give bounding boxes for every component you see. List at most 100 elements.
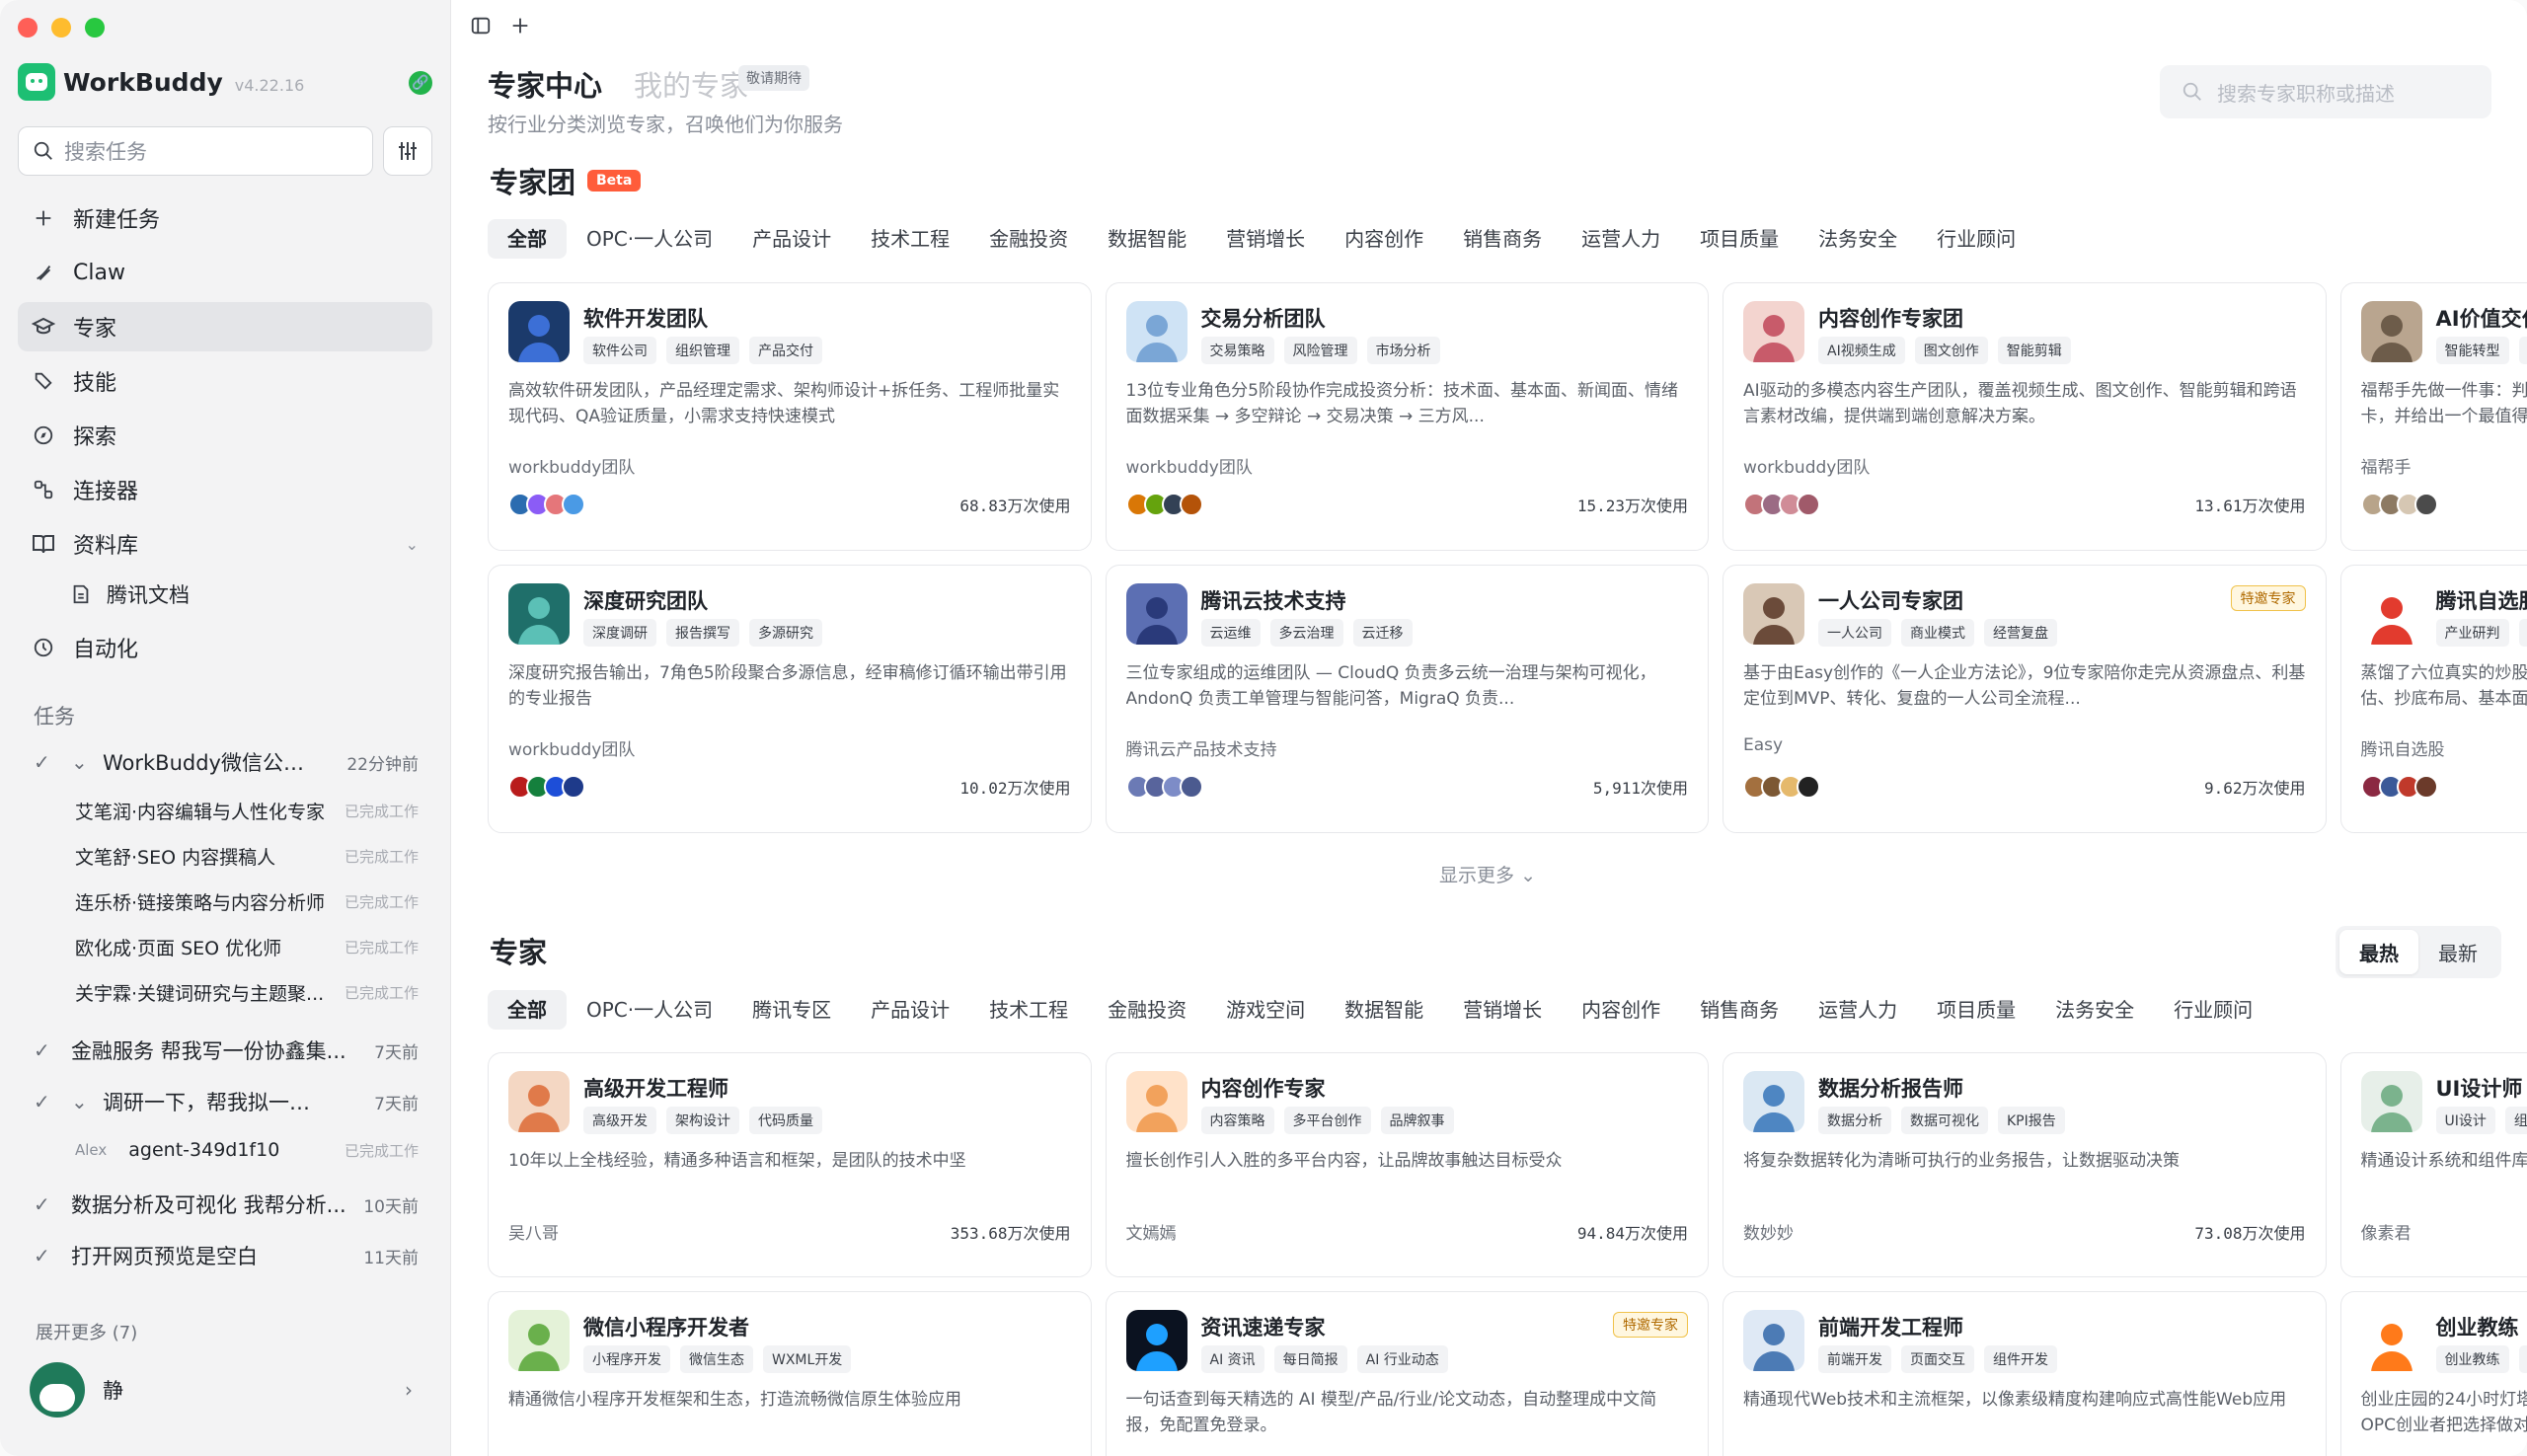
nav-tencent-docs[interactable]: 腾讯文档 [18,574,432,615]
team-card[interactable]: AI价值交付合伙人智能转型创业IP家族发展福帮手先做一件事：判断你当前最该推进的… [2339,282,2527,551]
category-tab[interactable]: 内容创作 [1562,990,1680,1030]
category-tab[interactable]: 销售商务 [1680,990,1799,1030]
task-item[interactable]: ✓ ⌄ WorkBuddy微信公众... 22分钟前 [18,736,432,788]
filter-button[interactable] [383,126,432,176]
minimize-window-button[interactable] [51,18,71,38]
chevron-down-icon[interactable]: ⌄ [406,535,419,554]
expert-card[interactable]: 内容创作专家 内容策略 多平台创作 品牌叙事 擅长创作引人入胜的多平台内容，让品牌故事触… [1105,1052,1709,1277]
link-status-icon[interactable]: 🔗 [409,71,432,95]
category-tab[interactable]: 内容创作 [1325,219,1443,259]
expert-card[interactable]: 前端开发工程师 前端开发 页面交互 组件开发 精通现代Web技术和主流框架，以像素级精度… [1723,1291,2327,1456]
category-tab[interactable]: 数据智能 [1325,990,1443,1030]
category-tab[interactable]: 腾讯专区 [732,990,851,1030]
close-window-button[interactable] [18,18,38,38]
nav-skills[interactable]: 技能 [18,356,432,406]
expert-card[interactable]: 资讯速递专家 AI 资讯 每日简报 AI 行业动态 特邀专家 一句话查到每天精选的 AI … [1105,1291,1709,1456]
category-tab[interactable]: 行业顾问 [2154,990,2272,1030]
expert-card[interactable]: 创业教练创业教练GTM策略OPC一人公司创业庄园的24小时灯塔，基于林正刚老师5… [2339,1291,2527,1456]
search-task-input[interactable]: 搜索任务 [18,126,373,176]
expert-card[interactable]: UI设计师 UI设计组件库界面规范精通设计系统和组件库，追求像素级完美，打造无障碍… [2339,1052,2527,1277]
category-tab[interactable]: 行业顾问 [1917,219,2035,259]
card-footer: 13.61万次使用 [1743,493,2306,516]
sort-new-button[interactable]: 最新 [2418,930,2497,974]
subtask-item[interactable]: 欧化成·页面 SEO 优化师 已完成工作 [18,924,432,969]
tab-my-experts[interactable]: 我的专家 敬请期待 [634,63,810,105]
category-tab[interactable]: 技术工程 [851,219,969,259]
category-tab[interactable]: 营销增长 [1443,990,1562,1030]
category-tab[interactable]: 销售商务 [1443,219,1562,259]
team-card[interactable]: 腾讯云技术支持 云运维 多云治理 云迁移 三位专家组成的运维团队 — CloudQ 负责… [1105,565,1709,833]
team-card[interactable]: 一人公司专家团 一人公司 商业模式 经营复盘 特邀专家 基于由Easy创作的《一人企业方法… [1723,565,2327,833]
nav-connectors[interactable]: 连接器 [18,465,432,514]
card-tag: 产品交付 [749,337,822,364]
nav-claw[interactable]: Claw [18,248,432,297]
team-card[interactable]: 腾讯自选股股票投研专家团产业研判估值定价资金风向蒸馏了六位真实的炒股大神的实战经… [2339,565,2527,833]
tab-expert-center[interactable]: 专家中心 [488,63,602,105]
nav-automation[interactable]: 自动化 [18,623,432,672]
subtask-item[interactable]: Alex agent-349d1f10 已完成工作 [18,1127,432,1173]
card-footer: 8.73万次使用 [2360,775,2527,799]
category-tab[interactable]: OPC·一人公司 [567,219,732,259]
expand-more-link[interactable]: 展开更多 (7) [36,1319,137,1344]
category-tab[interactable]: 项目质量 [1917,990,2035,1030]
expert-card[interactable]: 数据分析报告师 数据分析 数据可视化 KPI报告 将复杂数据转化为清晰可执行的业务报告，… [1723,1052,2327,1277]
expert-avatar [1125,1310,1187,1371]
team-card[interactable]: 交易分析团队 交易策略 风险管理 市场分析 13位专业角色分5阶段协作完成投资分析：技术… [1105,282,1709,551]
zoom-window-button[interactable] [85,18,105,38]
show-more-button[interactable]: 显示更多 ⌄ [1439,861,1536,887]
card-title: 交易分析团队 [1200,307,1326,331]
user-profile[interactable]: 静 [30,1362,123,1418]
category-tab[interactable]: 产品设计 [732,219,851,259]
category-tab[interactable]: 数据智能 [1088,219,1206,259]
subtask-item[interactable]: 关宇霖·关键词研究与主题聚... 已完成工作 [18,969,432,1015]
card-tag: 交易策略 [1200,337,1274,364]
nav-explore[interactable]: 探索 [18,411,432,460]
category-tab[interactable]: 游戏空间 [1206,990,1325,1030]
category-tab[interactable]: 金融投资 [969,219,1088,259]
team-avatar [508,301,570,362]
category-tab[interactable]: 产品设计 [851,990,969,1030]
card-title: 内容创作专家 [1200,1077,1326,1101]
category-tab[interactable]: 金融投资 [1088,990,1206,1030]
nav-label: 专家 [73,317,117,342]
card-title: 前端开发工程师 [1818,1316,1963,1340]
chevron-down-icon[interactable]: ⌄ [71,1090,93,1113]
category-tab[interactable]: 运营人力 [1562,219,1680,259]
card-tag: 代码质量 [749,1107,822,1134]
subtask-title: 连乐桥·链接策略与内容分析师 [75,891,326,914]
card-tags: 深度调研 报告撰写 多源研究 [583,619,822,647]
task-item[interactable]: ✓ 打开网页预览是空白 11天前 [18,1230,432,1281]
card-description: 高效软件研发团队，产品经理定需求、架构师设计+拆任务、工程师批量实现代码、QA验… [508,381,1060,426]
toggle-sidebar-icon[interactable] [470,14,492,43]
team-card[interactable]: 软件开发团队 软件公司 组织管理 产品交付 高效软件研发团队，产品经理定需求、架构师设计… [488,282,1092,551]
sort-hot-button[interactable]: 最热 [2339,930,2418,974]
search-expert-input[interactable]: 搜索专家职称或描述 [2160,65,2491,118]
category-tab[interactable]: 营销增长 [1206,219,1325,259]
subtask-item[interactable]: 连乐桥·链接策略与内容分析师 已完成工作 [18,879,432,924]
expert-card[interactable]: 高级开发工程师 高级开发 架构设计 代码质量 10年以上全栈经验，精通多种语言和框架，是… [488,1052,1092,1277]
expert-card[interactable]: 微信小程序开发者 小程序开发 微信生态 WXML开发 精通微信小程序开发框架和生态，打造… [488,1291,1092,1456]
nav-experts[interactable]: 专家 [18,302,432,351]
task-item[interactable]: ✓ ⌄ 调研一下，帮我拟一份国... 7天前 [18,1076,432,1127]
nav-new-task[interactable]: 新建任务 [18,193,432,243]
category-tab[interactable]: 法务安全 [2035,990,2154,1030]
task-list: ✓ ⌄ WorkBuddy微信公众... 22分钟前 艾笔润·内容编辑与人性化专… [18,736,432,1281]
nav-library[interactable]: 资料库 ⌄ [18,519,432,569]
subtask-item[interactable]: 文笔舒·SEO 内容撰稿人 已完成工作 [18,833,432,879]
team-card[interactable]: 内容创作专家团 AI视频生成 图文创作 智能剪辑 AI驱动的多模态内容生产团队，覆盖视频… [1723,282,2327,551]
category-tab[interactable]: 法务安全 [1799,219,1917,259]
task-item[interactable]: ✓ 数据分析及可视化 我帮分析... 10天前 [18,1179,432,1230]
category-tab[interactable]: 技术工程 [969,990,1088,1030]
task-item[interactable]: ✓ 金融服务 帮我写一份协鑫集... 7天前 [18,1025,432,1076]
chevron-down-icon[interactable]: ⌄ [71,750,93,774]
new-tab-icon[interactable] [509,14,531,43]
subtask-item[interactable]: 艾笔润·内容编辑与人性化专家 已完成工作 [18,788,432,833]
card-title: 腾讯自选股股票投研专家团 [2435,589,2527,613]
category-tab[interactable]: 全部 [488,990,567,1030]
chevron-right-icon[interactable]: › [405,1378,413,1402]
team-card[interactable]: 深度研究团队 深度调研 报告撰写 多源研究 深度研究报告输出，7角色5阶段聚合多源信息，… [488,565,1092,833]
category-tab[interactable]: 全部 [488,219,567,259]
category-tab[interactable]: 运营人力 [1799,990,1917,1030]
category-tab[interactable]: OPC·一人公司 [567,990,732,1030]
category-tab[interactable]: 项目质量 [1680,219,1799,259]
